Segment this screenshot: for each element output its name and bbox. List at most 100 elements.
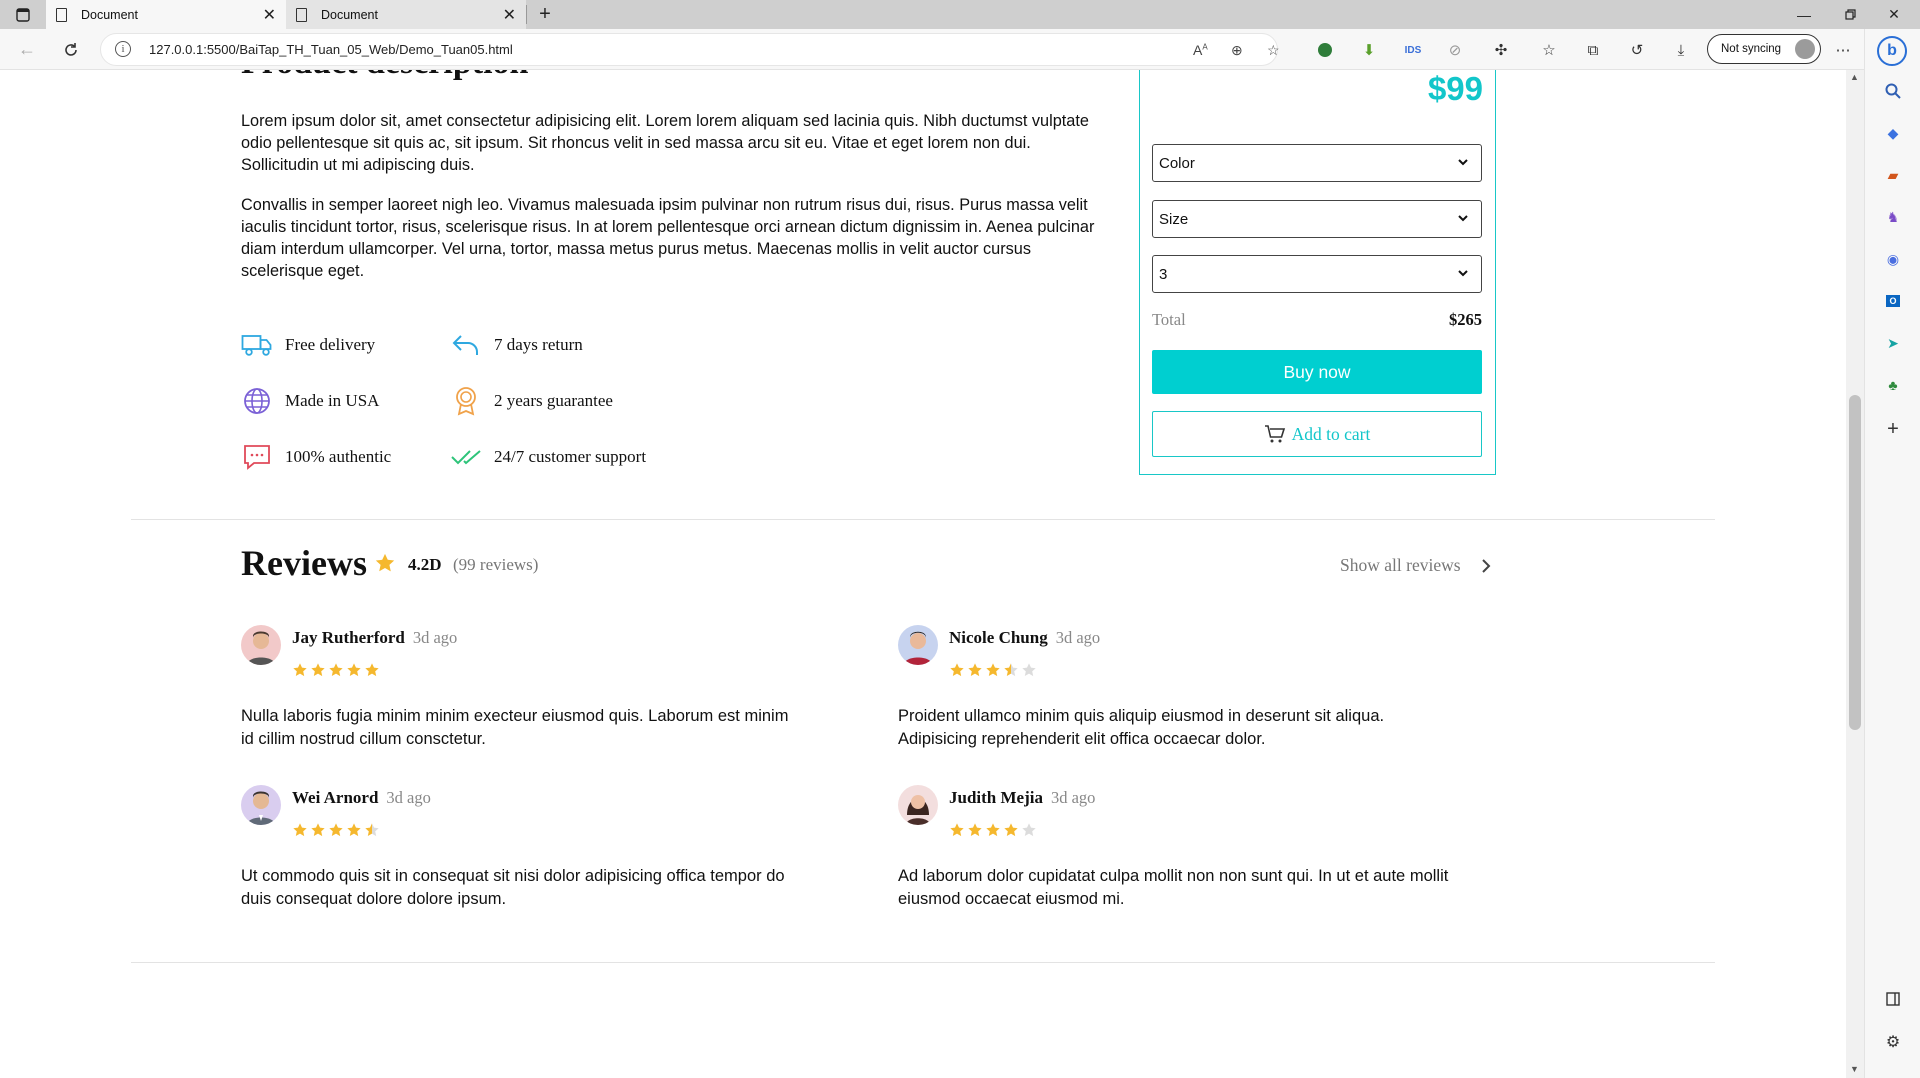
globe-icon	[241, 386, 273, 416]
color-select[interactable]: Color	[1152, 144, 1482, 182]
zoom-icon[interactable]: ⊕	[1231, 42, 1243, 59]
star-filled-icon	[968, 663, 982, 677]
outlook-icon[interactable]: O	[1883, 291, 1903, 311]
extensions-icon[interactable]: ✣	[1490, 39, 1512, 61]
review-item: Nicole Chung 3d ago Proident ullamco mini…	[898, 625, 1458, 755]
chevron-right-icon	[1481, 558, 1490, 573]
scroll-down-icon[interactable]: ▼	[1850, 1064, 1859, 1074]
section-divider	[131, 519, 1715, 520]
star-filled-icon	[968, 823, 982, 837]
feature-free-delivery: Free delivery	[241, 330, 375, 360]
total-row: Total $265	[1152, 310, 1482, 330]
avatar	[898, 785, 938, 825]
star-filled-icon	[311, 823, 325, 837]
tab-bar: Document ✕ Document ✕ + — ✕	[0, 0, 1920, 29]
close-tab-icon[interactable]: ✕	[503, 5, 516, 25]
show-all-label: Show all reviews	[1340, 555, 1461, 575]
truck-icon	[241, 330, 273, 360]
shopping-tag-icon[interactable]: ◆	[1883, 123, 1903, 143]
refresh-button[interactable]	[58, 29, 84, 70]
feature-label: 7 days return	[494, 335, 583, 354]
description-paragraph-1: Lorem ipsum dolor sit, amet consectetur …	[241, 112, 1089, 174]
extension-compass-icon[interactable]: ⊘	[1444, 39, 1466, 61]
review-date: 3d ago	[1055, 628, 1101, 647]
feature-label: 24/7 customer support	[494, 447, 647, 466]
hide-sidebar-icon[interactable]	[1883, 989, 1903, 1009]
restore-button[interactable]	[1836, 0, 1864, 29]
show-all-reviews-link[interactable]: Show all reviews	[1340, 555, 1491, 576]
add-to-cart-label: Add to cart	[1291, 423, 1371, 444]
reviewer-name-row: Nicole Chung 3d ago	[949, 628, 1100, 648]
star-filled-icon	[347, 823, 361, 837]
color-select-value: Color	[1159, 154, 1195, 172]
return-arrow-icon	[450, 330, 482, 360]
bing-copilot-icon[interactable]: b	[1877, 36, 1907, 66]
add-sidebar-icon[interactable]: +	[1883, 418, 1903, 440]
chevron-down-icon	[1458, 215, 1468, 222]
tools-briefcase-icon[interactable]: ▰	[1883, 165, 1903, 185]
cart-icon	[1264, 425, 1285, 443]
collections-icon[interactable]: ⧉	[1582, 39, 1604, 61]
games-icon[interactable]: ♞	[1883, 207, 1903, 227]
tab-document-2[interactable]: Document ✕	[286, 0, 526, 29]
review-item: Jay Rutherford 3d ago Nulla laboris fugia…	[241, 625, 801, 755]
tab-document-1[interactable]: Document ✕	[46, 0, 286, 29]
add-favorite-icon[interactable]: ☆	[1267, 42, 1280, 59]
quantity-select[interactable]: 3	[1152, 255, 1482, 293]
buy-now-button[interactable]: Buy now	[1152, 350, 1482, 394]
star-filled-icon	[950, 663, 964, 677]
review-date: 3d ago	[1050, 788, 1096, 807]
total-value: $265	[1449, 310, 1482, 329]
avatar	[241, 785, 281, 825]
back-button[interactable]: ←	[14, 29, 40, 70]
star-filled-icon	[311, 663, 325, 677]
scroll-up-icon[interactable]: ▲	[1850, 72, 1859, 82]
favorites-icon[interactable]: ☆	[1538, 39, 1560, 61]
search-icon[interactable]	[1883, 81, 1903, 101]
minimize-button[interactable]: —	[1790, 0, 1818, 29]
sync-label: Not syncing	[1721, 43, 1782, 55]
history-icon[interactable]: ↺	[1626, 39, 1648, 61]
reviewer-name-row: Wei Arnord 3d ago	[292, 788, 431, 808]
review-text: Nulla laboris fugia minim minim execteur…	[241, 707, 789, 748]
close-tab-icon[interactable]: ✕	[263, 5, 276, 25]
extension-badge-icon[interactable]: IDS	[1402, 39, 1424, 61]
reviewer-name: Jay Rutherford	[292, 628, 405, 647]
rating-score: 4.2D	[408, 555, 442, 574]
close-window-button[interactable]: ✕	[1880, 0, 1908, 29]
downloads-icon[interactable]: ⤓	[1670, 39, 1692, 61]
profile-sync-button[interactable]: Not syncing	[1707, 34, 1821, 64]
site-info-icon[interactable]: i	[115, 41, 131, 57]
reviewer-name: Judith Mejia	[949, 788, 1043, 807]
size-select[interactable]: Size	[1152, 200, 1482, 238]
feature-label: 2 years guarantee	[494, 391, 613, 410]
award-icon	[450, 386, 482, 416]
add-to-cart-button[interactable]: Add to cart	[1152, 411, 1482, 457]
star-filled-icon	[347, 663, 361, 677]
read-aloud-icon[interactable]: AA	[1193, 42, 1208, 58]
url-input[interactable]: i 127.0.0.1:5500/BaiTap_TH_Tuan_05_Web/D…	[100, 33, 1280, 66]
review-text: Ad laborum dolor cupidatat culpa mollit …	[898, 867, 1449, 908]
browser-sidebar: b ◆ ▰ ♞ ◉ O ➤ ♣ + ⚙	[1864, 29, 1920, 1078]
url-text: 127.0.0.1:5500/BaiTap_TH_Tuan_05_Web/Dem…	[149, 42, 513, 57]
size-select-value: Size	[1159, 210, 1189, 228]
tree-icon[interactable]: ♣	[1883, 375, 1903, 395]
review-text: Proident ullamco minim quis aliquip eius…	[898, 707, 1385, 748]
star-filled-icon	[329, 823, 343, 837]
extension-globe-icon[interactable]	[1314, 39, 1336, 61]
star-filled-icon	[365, 663, 379, 677]
new-tab-button[interactable]: +	[531, 0, 559, 29]
rating-stars	[292, 662, 380, 678]
scrollbar-thumb[interactable]	[1849, 395, 1861, 730]
tab-title: Document	[321, 7, 378, 22]
extension-download-icon[interactable]: ⬇	[1358, 39, 1380, 61]
sidebar-settings-icon[interactable]: ⚙	[1883, 1032, 1903, 1052]
reviewer-name: Nicole Chung	[949, 628, 1048, 647]
microsoft365-icon[interactable]: ◉	[1883, 249, 1903, 269]
send-icon[interactable]: ➤	[1883, 333, 1903, 353]
tab-actions-button[interactable]	[10, 0, 36, 29]
settings-more-icon[interactable]: ⋯	[1832, 39, 1854, 61]
rating-stars	[949, 662, 1037, 678]
feature-customer-support: 24/7 customer support	[450, 442, 646, 472]
restore-icon	[1844, 9, 1856, 20]
